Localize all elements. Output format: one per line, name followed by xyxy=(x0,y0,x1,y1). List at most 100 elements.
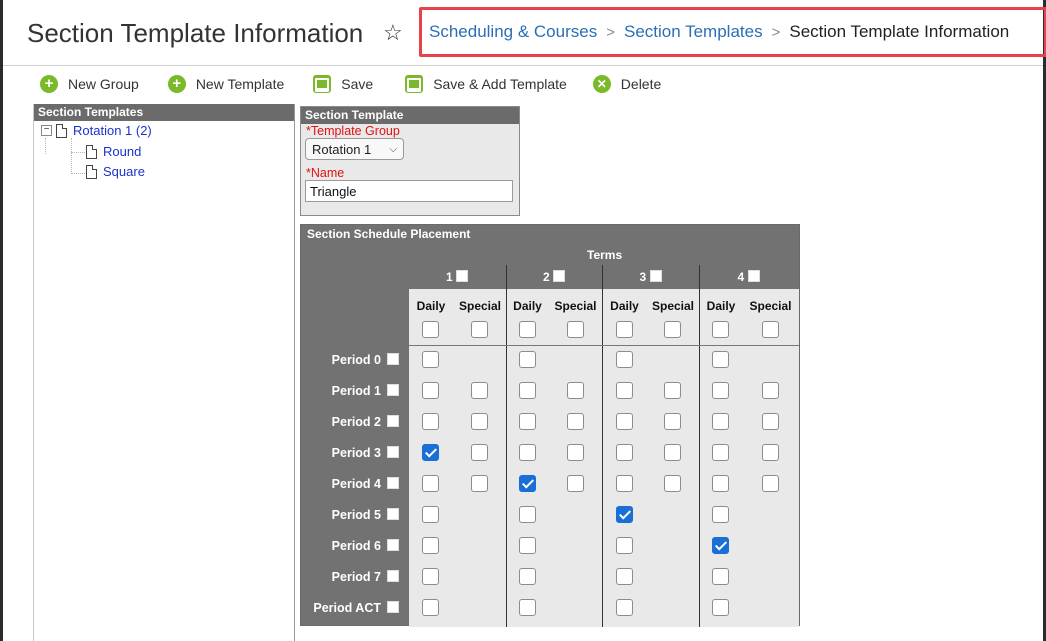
daily-checkbox[interactable] xyxy=(712,382,729,399)
column-select-all-checkbox[interactable] xyxy=(518,321,536,338)
document-icon xyxy=(56,123,67,138)
column-select-all-checkbox[interactable] xyxy=(664,321,681,338)
special-checkbox[interactable] xyxy=(566,382,584,399)
close-icon: ✕ xyxy=(592,75,611,93)
period-select-all-checkbox[interactable] xyxy=(387,477,399,489)
daily-checkbox[interactable] xyxy=(518,351,536,368)
special-checkbox[interactable] xyxy=(761,475,779,492)
daily-column-header: Daily xyxy=(513,299,542,313)
daily-checkbox[interactable] xyxy=(615,351,633,368)
daily-checkbox[interactable] xyxy=(422,351,439,368)
star-icon[interactable]: ☆ xyxy=(383,20,403,46)
period-select-all-checkbox[interactable] xyxy=(387,508,399,520)
daily-checkbox[interactable] xyxy=(518,413,536,430)
name-input[interactable] xyxy=(305,180,513,202)
special-checkbox[interactable] xyxy=(566,413,584,430)
chevron-right-icon: > xyxy=(771,23,781,41)
tree-connector xyxy=(71,152,85,153)
daily-checkbox[interactable] xyxy=(615,413,633,430)
term-select-all-checkbox[interactable] xyxy=(747,270,760,282)
delete-button[interactable]: ✕ Delete xyxy=(592,75,661,93)
daily-checkbox[interactable] xyxy=(615,599,633,616)
tree-group-label[interactable]: Rotation 1 (2) xyxy=(73,123,152,138)
special-checkbox[interactable] xyxy=(664,444,681,461)
save-button[interactable]: Save xyxy=(313,75,373,93)
period-select-all-checkbox[interactable] xyxy=(387,601,399,613)
special-checkbox[interactable] xyxy=(664,382,681,399)
daily-checkbox[interactable] xyxy=(712,506,729,523)
daily-checkbox[interactable] xyxy=(422,444,439,461)
daily-checkbox[interactable] xyxy=(712,413,729,430)
save-add-template-button[interactable]: Save & Add Template xyxy=(405,75,567,93)
daily-checkbox[interactable] xyxy=(712,351,729,368)
daily-checkbox[interactable] xyxy=(712,568,729,585)
period-select-all-checkbox[interactable] xyxy=(387,446,399,458)
new-group-button[interactable]: + New Group xyxy=(40,75,139,93)
column-select-all-checkbox[interactable] xyxy=(471,321,488,338)
special-checkbox[interactable] xyxy=(761,444,779,461)
daily-checkbox[interactable] xyxy=(518,444,536,461)
special-checkbox[interactable] xyxy=(761,382,779,399)
daily-checkbox[interactable] xyxy=(615,475,633,492)
new-template-button[interactable]: + New Template xyxy=(167,75,284,93)
daily-checkbox[interactable] xyxy=(615,382,633,399)
term-select-all-checkbox[interactable] xyxy=(649,270,662,282)
special-checkbox[interactable] xyxy=(471,382,488,399)
period-label: Period ACT xyxy=(313,601,381,615)
column-select-all-checkbox[interactable] xyxy=(761,321,779,338)
period-label: Period 0 xyxy=(331,353,381,367)
breadcrumb-section-templates[interactable]: Section Templates xyxy=(624,22,763,42)
special-checkbox[interactable] xyxy=(471,475,488,492)
daily-checkbox[interactable] xyxy=(422,506,439,523)
breadcrumb-scheduling-courses[interactable]: Scheduling & Courses xyxy=(429,22,597,42)
daily-checkbox[interactable] xyxy=(615,568,633,585)
tree-item-label[interactable]: Round xyxy=(103,144,141,159)
daily-checkbox[interactable] xyxy=(615,506,633,523)
term-select-all-checkbox[interactable] xyxy=(553,270,565,282)
period-label: Period 5 xyxy=(331,508,381,522)
daily-checkbox[interactable] xyxy=(422,537,439,554)
column-select-all-checkbox[interactable] xyxy=(566,321,584,338)
special-checkbox[interactable] xyxy=(471,444,488,461)
daily-checkbox[interactable] xyxy=(422,382,439,399)
term-select-all-checkbox[interactable] xyxy=(456,270,468,282)
special-checkbox[interactable] xyxy=(664,475,681,492)
daily-column-header: Daily xyxy=(610,299,639,313)
period-select-all-checkbox[interactable] xyxy=(387,384,399,396)
template-group-select[interactable]: Rotation 1 ⌵ xyxy=(305,138,404,160)
special-checkbox[interactable] xyxy=(664,413,681,430)
special-checkbox[interactable] xyxy=(566,475,584,492)
tree-item-group[interactable]: − Rotation 1 (2) xyxy=(41,123,152,138)
daily-checkbox[interactable] xyxy=(615,537,633,554)
daily-checkbox[interactable] xyxy=(518,382,536,399)
daily-checkbox[interactable] xyxy=(712,444,729,461)
column-select-all-checkbox[interactable] xyxy=(615,321,633,338)
daily-checkbox[interactable] xyxy=(518,568,536,585)
daily-checkbox[interactable] xyxy=(712,475,729,492)
daily-checkbox[interactable] xyxy=(518,506,536,523)
tree-item-square[interactable]: Square xyxy=(86,164,145,179)
period-select-all-checkbox[interactable] xyxy=(387,415,399,427)
period-select-all-checkbox[interactable] xyxy=(387,353,399,365)
daily-checkbox[interactable] xyxy=(518,599,536,616)
daily-checkbox[interactable] xyxy=(422,413,439,430)
daily-checkbox[interactable] xyxy=(615,444,633,461)
daily-checkbox[interactable] xyxy=(422,568,439,585)
daily-checkbox[interactable] xyxy=(422,599,439,616)
tree-item-label[interactable]: Square xyxy=(103,164,145,179)
daily-checkbox[interactable] xyxy=(422,475,439,492)
daily-checkbox[interactable] xyxy=(712,537,729,554)
special-checkbox[interactable] xyxy=(471,413,488,430)
daily-checkbox[interactable] xyxy=(712,599,729,616)
special-checkbox[interactable] xyxy=(566,444,584,461)
daily-checkbox[interactable] xyxy=(518,537,536,554)
column-select-all-checkbox[interactable] xyxy=(712,321,729,338)
special-column-header: Special xyxy=(458,299,502,313)
column-select-all-checkbox[interactable] xyxy=(422,321,439,338)
special-checkbox[interactable] xyxy=(761,413,779,430)
tree-item-round[interactable]: Round xyxy=(86,144,141,159)
period-select-all-checkbox[interactable] xyxy=(387,570,399,582)
daily-checkbox[interactable] xyxy=(518,475,536,492)
period-select-all-checkbox[interactable] xyxy=(387,539,399,551)
collapse-icon[interactable]: − xyxy=(41,125,52,136)
